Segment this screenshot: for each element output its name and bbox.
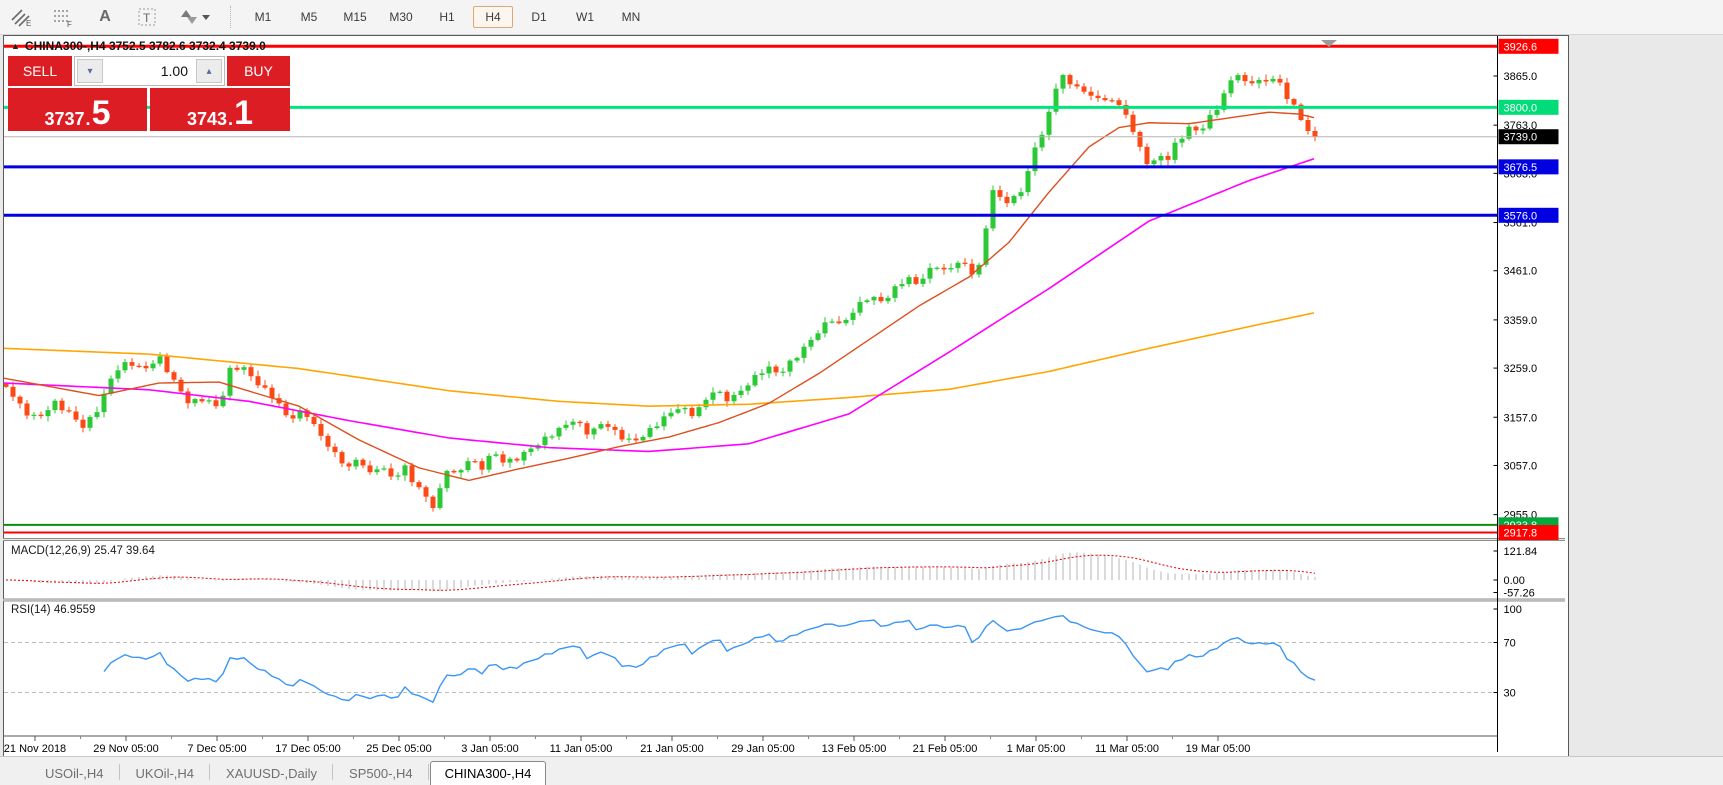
price-badge-label: 3576.0: [1504, 210, 1538, 222]
time-axis-label: 11 Mar 05:00: [1095, 743, 1159, 753]
chart-tab-china300-h4[interactable]: CHINA300-,H4: [430, 761, 547, 785]
top-toolbar: E F A T M1 M5 M15 M30 H1 H4 D1 W1 MN: [0, 0, 1723, 35]
moving-average-line: [4, 313, 1314, 406]
sell-price-button[interactable]: 3737.5: [8, 88, 147, 131]
time-axis-label: 29 Jan 05:00: [731, 743, 795, 753]
chart-tab-xauusd-daily[interactable]: XAUUSD-,Daily: [211, 761, 332, 785]
macd-axis-label: 121.84: [1504, 546, 1538, 558]
pane-divider[interactable]: [3, 539, 1565, 541]
direction-triangle-icon: ▲: [11, 41, 20, 51]
time-axis-label: 29 Nov 05:00: [93, 743, 158, 753]
time-axis-label: 17 Dec 05:00: [275, 743, 340, 753]
timeframe-button-h1[interactable]: H1: [427, 6, 467, 28]
rsi-axis-label: 30: [1504, 688, 1516, 700]
timeframe-button-m1[interactable]: M1: [243, 6, 283, 28]
rsi-axis-label: 70: [1504, 638, 1516, 650]
svg-text:T: T: [143, 11, 151, 25]
text-label-icon[interactable]: T: [132, 4, 162, 30]
chart-tab-sp500-h4[interactable]: SP500-,H4: [334, 761, 428, 785]
macd-axis-label: 0.00: [1504, 575, 1525, 587]
fibonacci-retracement-icon[interactable]: F: [48, 4, 78, 30]
moving-average-line: [4, 159, 1314, 452]
buy-price-button[interactable]: 3743.1: [150, 88, 290, 131]
timeframe-button-m5[interactable]: M5: [289, 6, 329, 28]
timeframe-button-mn[interactable]: MN: [611, 6, 651, 28]
svg-text:E: E: [26, 19, 31, 27]
rsi-label: RSI(14) 46.9559: [11, 604, 95, 616]
timeframe-button-m15[interactable]: M15: [335, 6, 375, 28]
toolbar-separator: [230, 6, 232, 28]
mt4-terminal: { "toolbar": { "icons": [ {"name": "equi…: [0, 0, 1723, 785]
buy-button[interactable]: BUY: [227, 56, 290, 86]
macd-axis-label: -57.26: [1504, 588, 1535, 600]
timeframe-button-d1[interactable]: D1: [519, 6, 559, 28]
timeframe-button-h4[interactable]: H4: [473, 6, 513, 28]
price-axis-label: 3157.0: [1504, 412, 1538, 424]
macd-label: MACD(12,26,9) 25.47 39.64: [11, 545, 155, 557]
price-axis-label: 3057.0: [1504, 460, 1538, 472]
volume-increase-button[interactable]: ▴: [196, 59, 222, 83]
chart-title: ▲CHINA300-,H4 3752.5 3782.6 3732.4 3739.…: [11, 39, 266, 53]
rsi-axis-label: 100: [1504, 604, 1522, 616]
time-axis-label: 11 Jan 05:00: [550, 743, 613, 753]
price-axis-label: 3461.0: [1504, 266, 1538, 278]
chart-tab-ukoil-h4[interactable]: UKOil-,H4: [121, 761, 210, 785]
price-badge-label: 2917.8: [1504, 528, 1538, 540]
time-axis-label: 3 Jan 05:00: [461, 743, 519, 753]
rsi-line: [104, 616, 1315, 702]
time-axis-label: 1 Mar 05:00: [1007, 743, 1066, 753]
price-badge-label: 3739.0: [1504, 132, 1538, 144]
svg-text:F: F: [67, 20, 72, 27]
text-icon[interactable]: A: [90, 4, 120, 30]
equidistant-channel-icon[interactable]: E: [6, 4, 36, 30]
one-click-trade-panel: SELL ▾ ▴ BUY 3737.5 3743.1: [8, 56, 290, 128]
time-axis-label: 21 Nov 2018: [4, 743, 66, 753]
candlesticks: [4, 72, 1318, 511]
price-axis-label: 3865.0: [1504, 71, 1538, 83]
timeframe-button-m30[interactable]: M30: [381, 6, 421, 28]
time-axis-label: 7 Dec 05:00: [187, 743, 246, 753]
price-axis-label: 3359.0: [1504, 315, 1538, 327]
macd-histogram: [6, 552, 1315, 591]
time-axis-label: 21 Jan 05:00: [640, 743, 704, 753]
time-axis-label: 21 Feb 05:00: [913, 743, 978, 753]
volume-control: ▾ ▴: [74, 56, 225, 86]
time-axis-label: 13 Feb 05:00: [822, 743, 887, 753]
chart-tab-usoil-h4[interactable]: USOil-,H4: [30, 761, 119, 785]
pane-divider[interactable]: [3, 599, 1565, 601]
timeframe-button-w1[interactable]: W1: [565, 6, 605, 28]
sell-button[interactable]: SELL: [8, 56, 72, 86]
price-badge-label: 3676.5: [1504, 162, 1538, 174]
chart-tab-bar: USOil-,H4UKOil-,H4XAUUSD-,DailySP500-,H4…: [0, 756, 1723, 785]
time-axis-label: 19 Mar 05:00: [1186, 743, 1251, 753]
price-badge-label: 3926.6: [1504, 41, 1538, 53]
price-axis-label: 3259.0: [1504, 363, 1538, 375]
volume-decrease-button[interactable]: ▾: [77, 59, 103, 83]
price-badge-label: 3800.0: [1504, 102, 1538, 114]
arrow-objects-icon[interactable]: [174, 4, 216, 30]
chart-canvas[interactable]: 3865.03763.03663.03561.03461.03359.03259…: [3, 35, 1565, 753]
time-axis-label: 25 Dec 05:00: [366, 743, 431, 753]
volume-input[interactable]: [105, 57, 194, 85]
